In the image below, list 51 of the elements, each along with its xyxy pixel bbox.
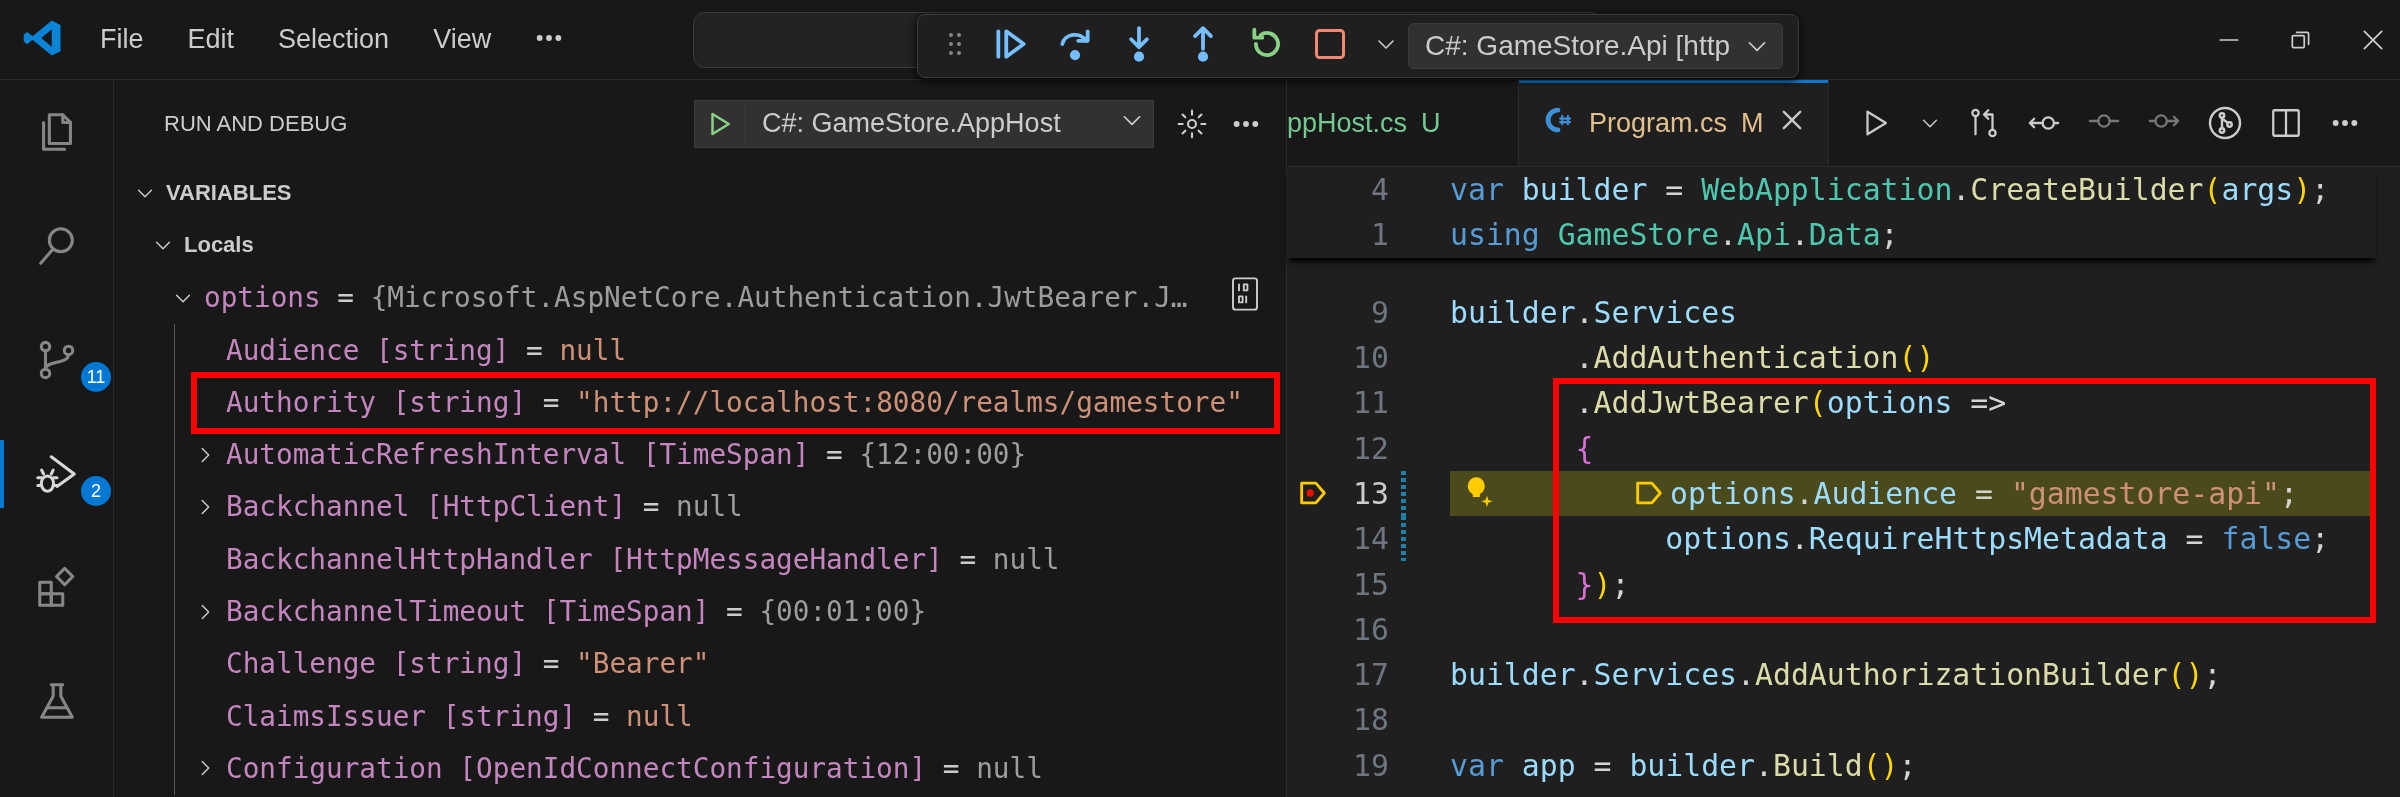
variable-entry[interactable]: Challenge [string] = "Bearer"	[226, 647, 710, 681]
variable-entry[interactable]: Backchannel [HttpClient] = null	[226, 490, 743, 524]
variable-entry[interactable]: ClaimsIssuer [string] = null	[226, 699, 693, 733]
line-number: 10	[1352, 340, 1389, 376]
code-line: {	[1574, 430, 1594, 466]
panel-title: RUN AND DEBUG	[164, 110, 348, 137]
code-line: });	[1574, 566, 1630, 602]
stop-icon[interactable]	[1312, 26, 1348, 62]
line-number: 4	[1370, 172, 1389, 208]
code-line: options.RequireHttpsMetadata = false;	[1664, 521, 2330, 557]
count-badge: 2	[81, 476, 111, 506]
section-header[interactable]: VARIABLES	[166, 180, 292, 207]
code-line: var app = builder.Build();	[1450, 747, 1917, 783]
line-number: 1	[1370, 217, 1389, 253]
line-number: 14	[1352, 521, 1389, 557]
debug-config-dropdown[interactable]: C#: GameStore.Api [http	[1408, 23, 1784, 69]
line-number: 17	[1352, 657, 1389, 693]
line-number: 11	[1352, 385, 1389, 421]
line-number: 19	[1352, 747, 1389, 783]
line-number: 12	[1352, 430, 1389, 466]
gear-icon[interactable]	[1176, 107, 1208, 140]
code-line: builder.Services.AddAuthorizationBuilder();	[1450, 657, 2222, 693]
code-line: .AddJwtBearer(options =>	[1574, 385, 2007, 421]
menu-item[interactable]: Selection	[256, 18, 412, 61]
scope-label[interactable]: Locals	[184, 232, 254, 259]
editor-tab[interactable]: Program.cs M	[1519, 80, 1829, 166]
binary-data-icon[interactable]	[1230, 276, 1260, 313]
line-number: 15	[1352, 566, 1389, 602]
line-number: 13	[1352, 475, 1389, 511]
code-line: .AddAuthentication()	[1574, 340, 1935, 376]
code-line: var builder = WebApplication.CreateBuilder(args);	[1450, 172, 2330, 208]
editor-tab[interactable]: ppHost.cs U	[1287, 80, 1519, 166]
git-graph-icon[interactable]	[2206, 105, 2243, 141]
menu-item[interactable]: File	[78, 18, 166, 61]
menu-item[interactable]: View	[411, 18, 514, 61]
variable-entry[interactable]: AutomaticRefreshInterval [TimeSpan] = {12:00:00}	[226, 438, 1027, 472]
variable-entry[interactable]: BackchannelTimeout [TimeSpan] = {00:01:00}	[226, 595, 927, 628]
variable-entry[interactable]: Audience [string] = null	[226, 333, 627, 367]
count-badge: 11	[81, 362, 111, 392]
menu-item[interactable]: Edit	[165, 18, 257, 61]
launch-config-dropdown[interactable]: C#: GameStore.AppHost	[694, 99, 1154, 148]
code-line: builder.Services	[1450, 294, 1738, 330]
code-line: using GameStore.Api.Data;	[1450, 217, 1899, 253]
variable-entry[interactable]: Configuration [OpenIdConnectConfiguration] = null	[226, 751, 1043, 785]
line-number: 16	[1352, 611, 1389, 647]
line-number: 18	[1352, 702, 1389, 738]
code-line: options.Audience = "gamestore-api";	[1670, 475, 2298, 511]
variable-entry[interactable]: BackchannelHttpHandler [HttpMessageHandler] = null	[226, 542, 1060, 576]
line-number: 9	[1370, 294, 1389, 330]
variable-entry[interactable]: options = {Microsoft.AspNetCore.Authentication.JwtBearer.J…	[204, 281, 1188, 315]
variable-entry[interactable]: Authority [string] = "http://localhost:8080/realms/gamestore"	[226, 385, 1243, 419]
